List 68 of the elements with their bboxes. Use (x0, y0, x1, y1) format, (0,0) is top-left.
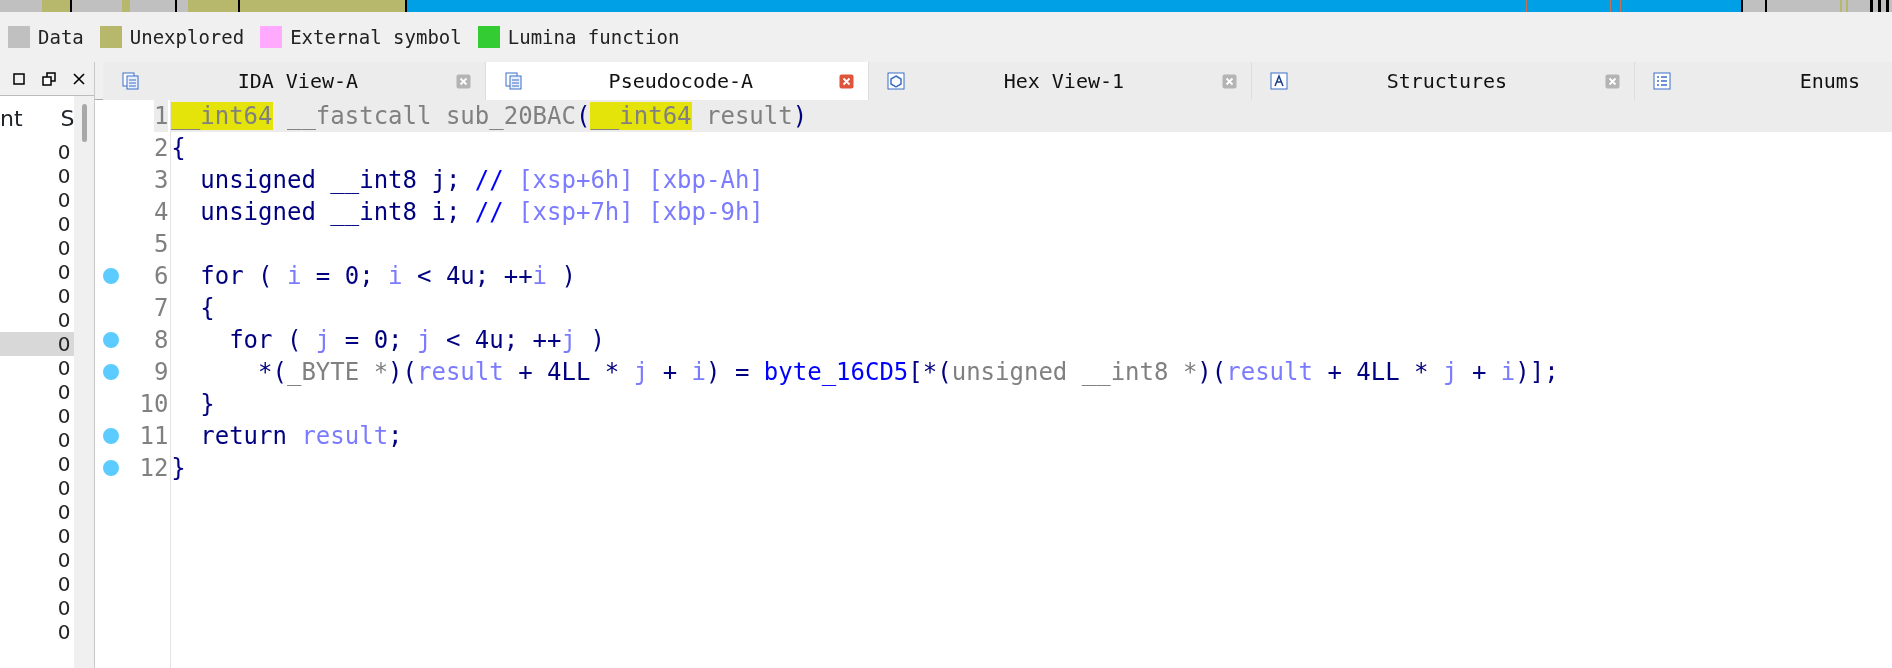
table-row[interactable]: 0 (0, 140, 75, 164)
line-number: 7 (153, 293, 169, 324)
table-row[interactable]: 0 (0, 284, 75, 308)
code-line: return result; (199, 421, 404, 452)
hexagon-icon (887, 72, 906, 90)
code-line: } (199, 389, 216, 420)
table-row[interactable]: 0 (0, 572, 75, 596)
line-number: 12 (139, 453, 169, 484)
line-number: 8 (153, 325, 169, 356)
table-row[interactable]: 0 (0, 548, 75, 572)
line-number: 4 (153, 197, 169, 228)
line-number: 11 (139, 421, 169, 452)
column-header[interactable]: nt (0, 101, 23, 135)
table-row[interactable]: 0 (0, 236, 75, 260)
tab[interactable]: Hex View-1 (869, 62, 1253, 100)
tab[interactable]: Pseudocode-A (486, 62, 870, 100)
table-row[interactable]: 0 (0, 260, 75, 284)
legend-label: External symbol (290, 24, 462, 50)
legend-label: Lumina function (507, 24, 680, 50)
code-line: unsigned __int8 i; // [xsp+7h] [xbp-9h] (199, 197, 765, 228)
breakpoint-dot[interactable] (103, 332, 120, 348)
breakpoint-dot[interactable] (103, 460, 120, 476)
line-number: 2 (153, 133, 169, 164)
maximize-icon[interactable] (12, 71, 27, 86)
table-row[interactable]: 0 (0, 380, 75, 404)
line-number: 1 (153, 100, 169, 132)
tab[interactable]: IDA View-A (103, 62, 487, 100)
line-number: 10 (139, 389, 169, 420)
table-row[interactable]: 0 (0, 212, 75, 236)
table-row[interactable]: 0 (0, 356, 75, 380)
breakpoint-dot[interactable] (103, 268, 120, 284)
document-icon (121, 72, 140, 90)
tab[interactable]: Enums (1635, 62, 1892, 100)
restore-icon[interactable] (42, 71, 57, 86)
table-row[interactable]: 0 (0, 428, 75, 452)
legend-label: Data (38, 24, 84, 50)
table-row[interactable]: 0 (0, 332, 75, 356)
line-number: 9 (153, 357, 169, 388)
table-row[interactable]: 0 (0, 524, 75, 548)
table-row[interactable]: 0 (0, 452, 75, 476)
table-row[interactable]: 0 (0, 476, 75, 500)
code-line: { (199, 293, 216, 324)
column-header[interactable]: S (60, 101, 75, 135)
breakpoint-dot[interactable] (103, 428, 120, 444)
document-icon (504, 72, 523, 90)
table-row[interactable]: 0 (0, 596, 75, 620)
letter-a-icon (1270, 72, 1289, 90)
table-row[interactable]: 0 (0, 404, 75, 428)
breakpoint-dot[interactable] (103, 364, 120, 380)
table-row[interactable]: 0 (0, 308, 75, 332)
tab[interactable]: Structures (1252, 62, 1636, 100)
table-row[interactable]: 0 (0, 188, 75, 212)
code-line: { (171, 133, 187, 164)
scrollbar-thumb[interactable] (81, 104, 87, 142)
table-row[interactable]: 0 (0, 620, 75, 644)
code-line: unsigned __int8 j; // [xsp+6h] [xbp-Ah] (199, 165, 765, 196)
list-icon (1653, 72, 1672, 90)
line-number: 5 (153, 229, 169, 260)
line-number: 3 (153, 165, 169, 196)
table-row[interactable]: 0 (0, 164, 75, 188)
legend-label: Unexplored (129, 24, 245, 50)
code-line: *(_BYTE *)(result + 4LL * j + i) = byte_16CD5[*(unsigned __int8 *)(result + 4LL * j + i)]; (257, 357, 1560, 388)
line-number: 6 (153, 261, 169, 292)
table-row[interactable]: 0 (0, 500, 75, 524)
code-line: } (171, 453, 187, 484)
code-line: for ( j = 0; j < 4u; ++j ) (228, 325, 606, 356)
close-icon[interactable] (72, 71, 87, 86)
code-line: for ( i = 0; i < 4u; ++i ) (199, 261, 577, 292)
